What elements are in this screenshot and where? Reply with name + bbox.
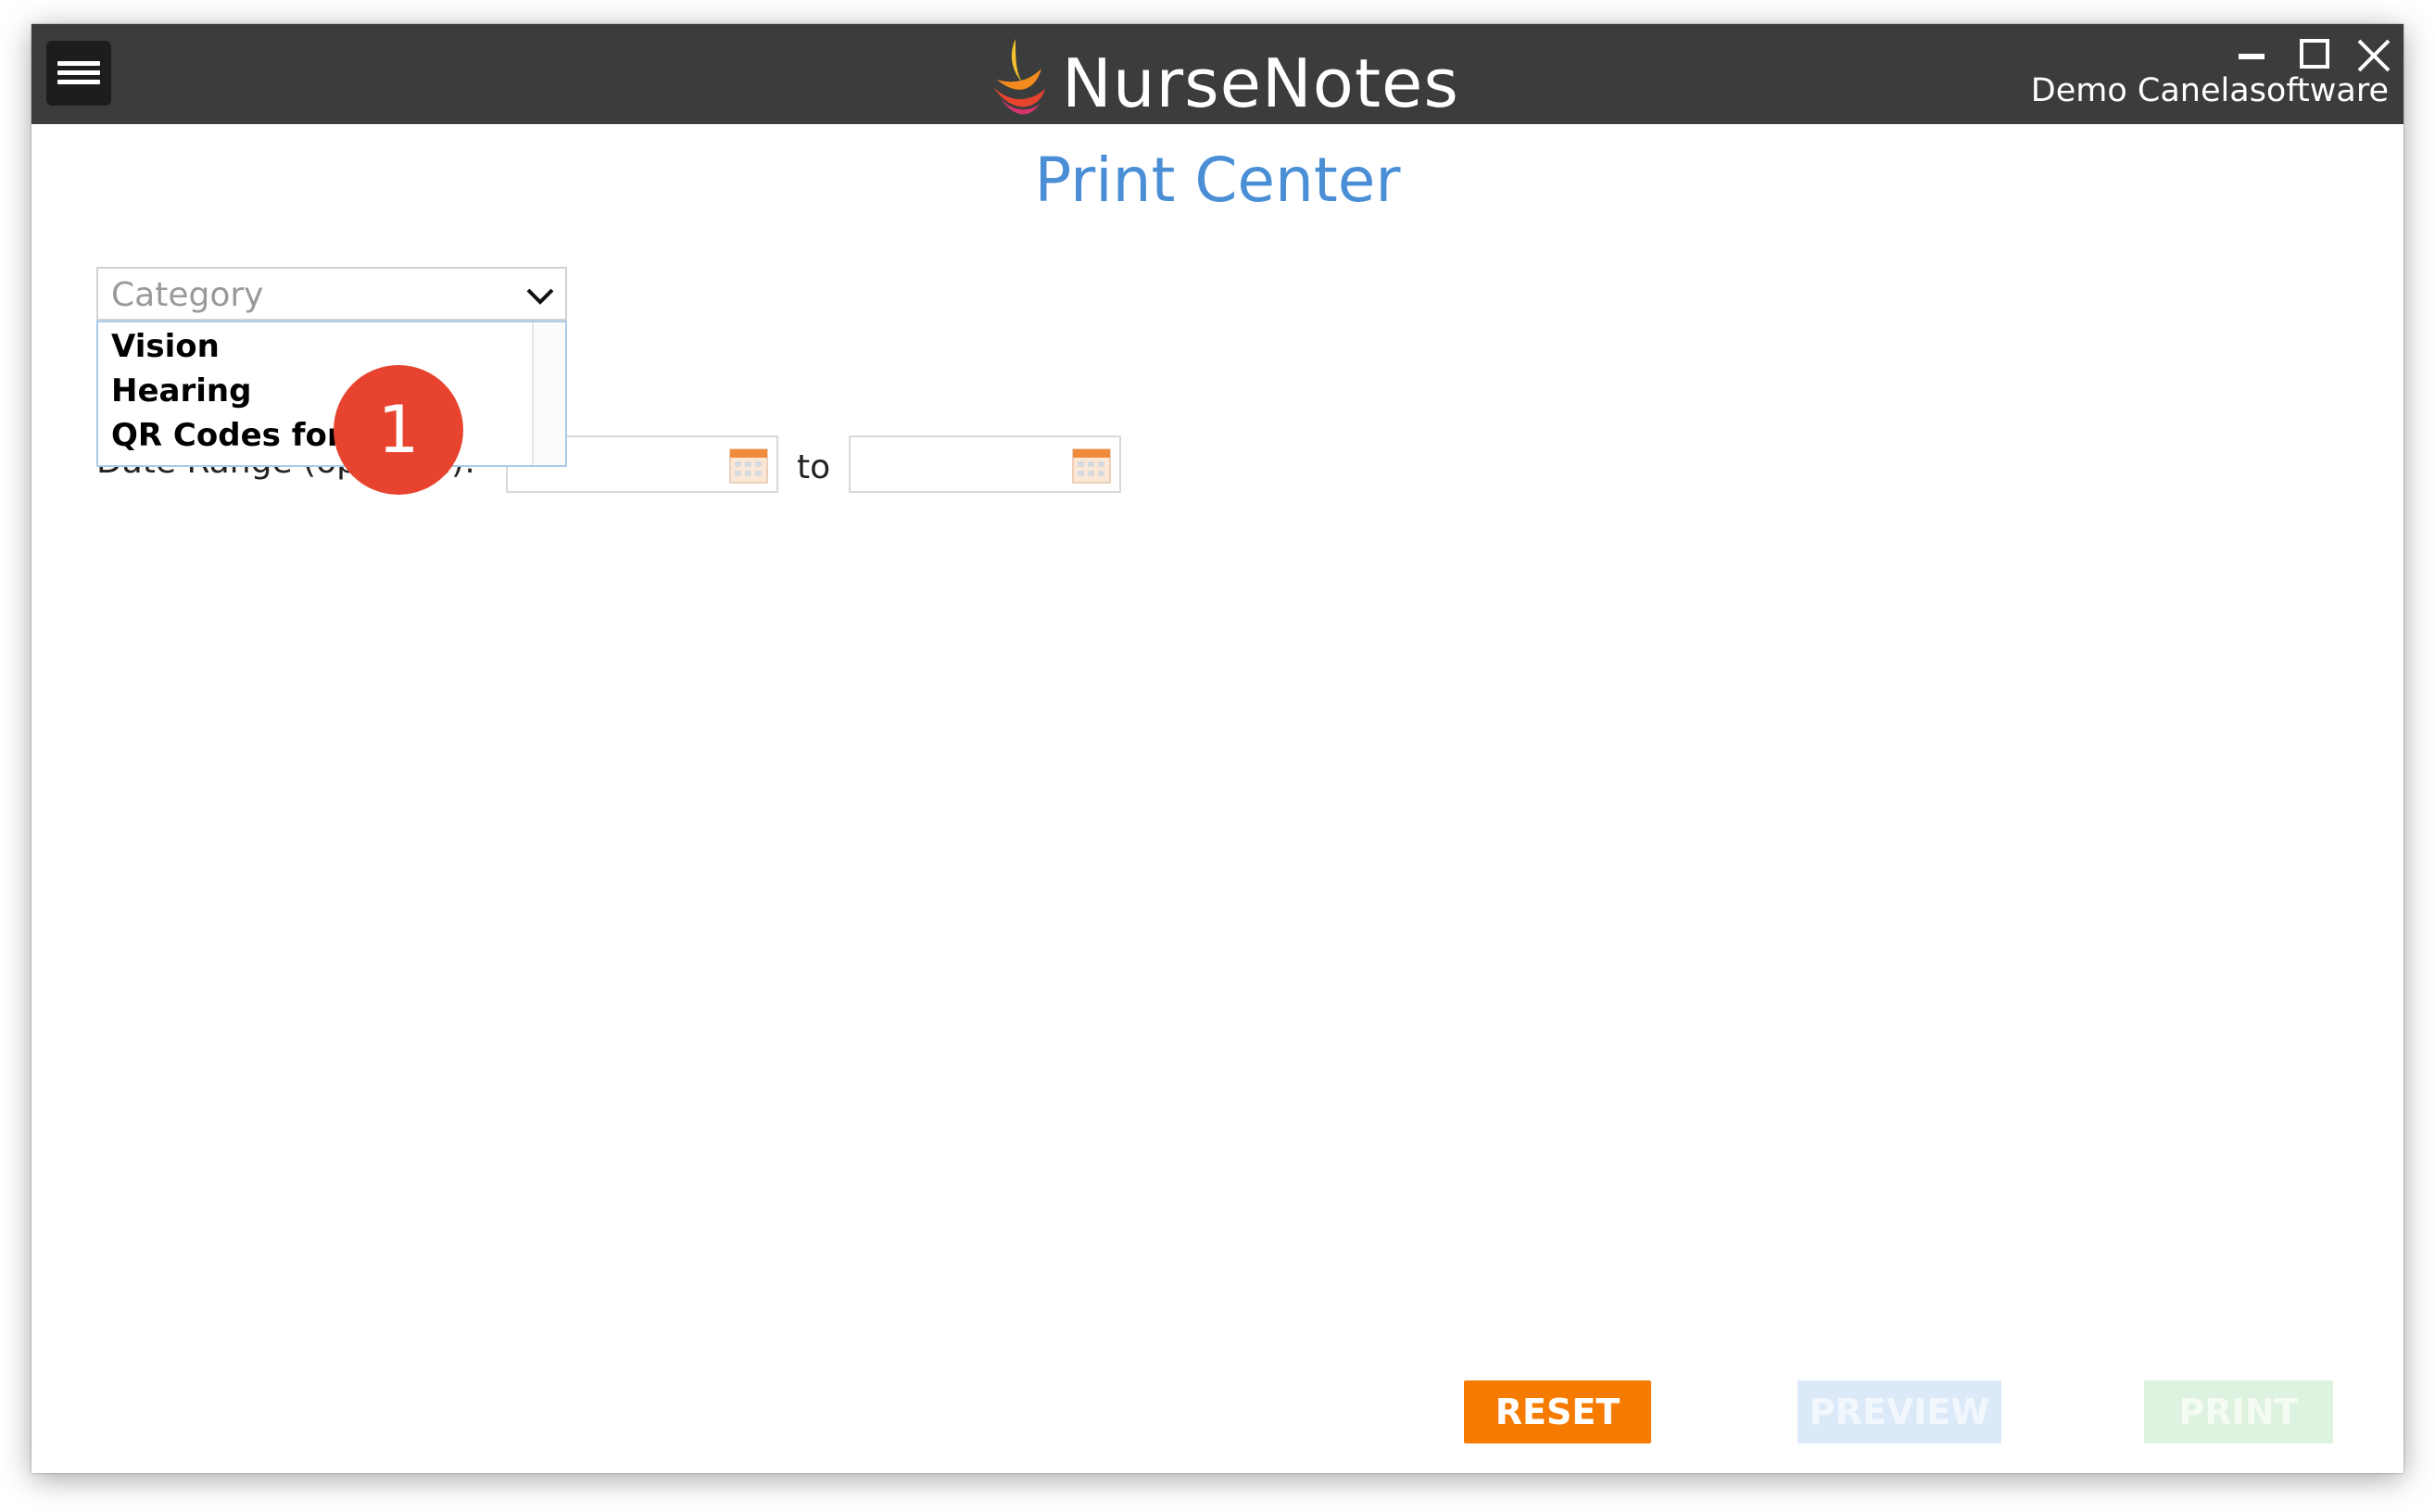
menu-button[interactable]	[46, 41, 111, 106]
user-name: Demo Canelasoftware	[2030, 72, 2389, 109]
preview-button[interactable]: PREVIEW	[1798, 1380, 2001, 1443]
nursenotes-logo-icon	[993, 39, 1045, 115]
dropdown-scrollbar[interactable]	[532, 322, 565, 465]
close-icon[interactable]	[2353, 35, 2394, 76]
chevron-down-icon[interactable]	[524, 282, 556, 309]
category-select[interactable]: Category	[96, 267, 567, 321]
page-title: Print Center	[1034, 145, 1401, 216]
hamburger-menu-icon	[57, 61, 100, 66]
maximize-icon[interactable]	[2296, 35, 2333, 72]
minimize-icon[interactable]	[2233, 35, 2270, 72]
reset-button[interactable]: RESET	[1464, 1380, 1651, 1443]
category-dropdown-list: Vision Hearing QR Codes for S	[96, 321, 567, 467]
calendar-icon[interactable]	[728, 446, 769, 485]
dropdown-option-hearing[interactable]: Hearing	[111, 372, 251, 410]
title-bar: NurseNotes Demo Canelasoftware	[32, 24, 2403, 124]
dropdown-option-vision[interactable]: Vision	[111, 328, 220, 365]
app-window: NurseNotes Demo Canelasoftware Print Cen…	[32, 24, 2403, 1473]
to-label: to	[797, 448, 831, 486]
category-placeholder: Category	[111, 276, 264, 314]
print-button[interactable]: PRINT	[2144, 1380, 2333, 1443]
step-number-badge: 1	[334, 365, 463, 495]
app-title: NurseNotes	[1062, 44, 1459, 122]
end-date-field[interactable]	[849, 435, 1121, 493]
calendar-icon[interactable]	[1071, 446, 1112, 485]
